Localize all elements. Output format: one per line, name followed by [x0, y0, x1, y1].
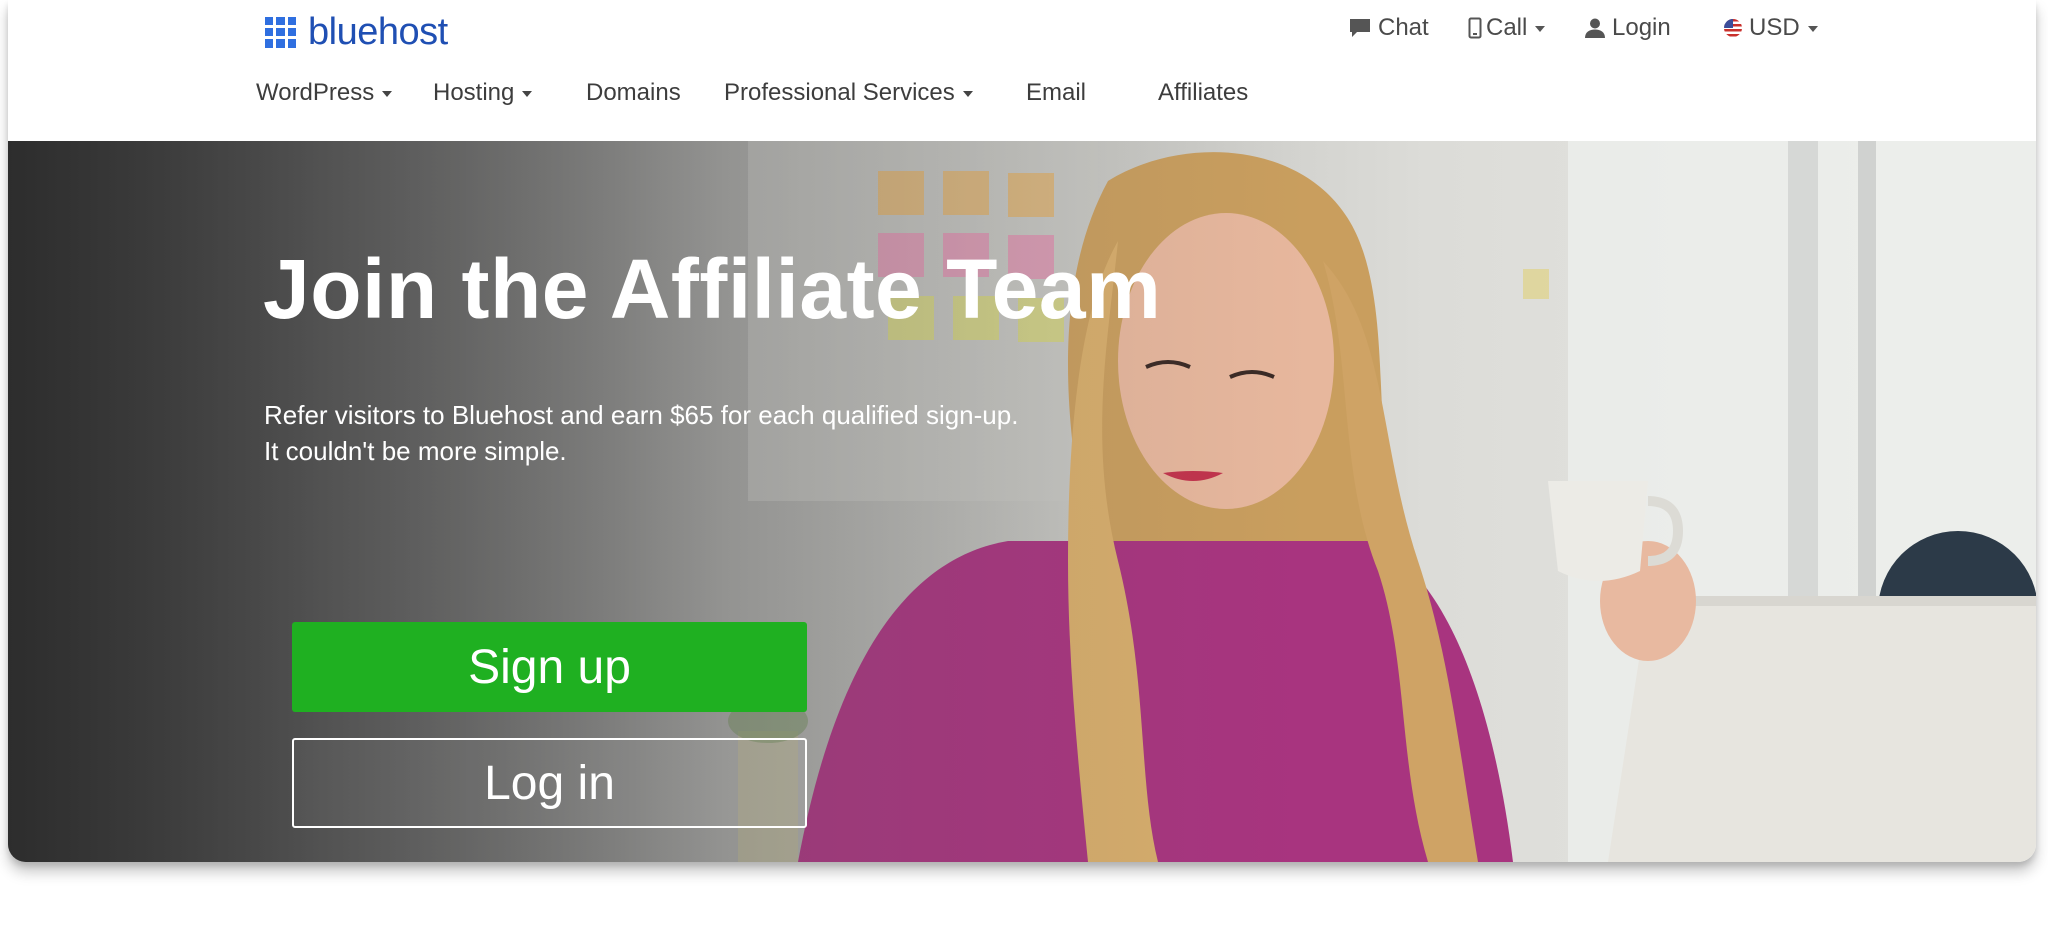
currency-label: USD — [1749, 14, 1800, 41]
nav-label: Email — [1026, 79, 1087, 106]
login-link[interactable]: Login — [1584, 12, 1671, 44]
nav-wordpress[interactable]: WordPress — [256, 76, 393, 110]
hero-subtitle-line: Refer visitors to Bluehost and earn $65 … — [264, 400, 1019, 430]
bluehost-logo[interactable]: bluehost — [265, 10, 448, 54]
nav-label: Affiliates — [1158, 79, 1249, 106]
nav-hosting[interactable]: Hosting — [433, 76, 533, 110]
hero-section: Join the Affiliate Team Refer visitors t… — [8, 141, 2036, 862]
chevron-down-icon — [962, 91, 973, 97]
login-label: Login — [1612, 14, 1671, 41]
nav-label: Professional Services — [724, 79, 955, 106]
nav-label: Hosting — [433, 79, 515, 106]
call-label: Call — [1486, 14, 1528, 41]
site-header: bluehost Chat Call Login USD WordPress H… — [8, 0, 2036, 141]
login-button[interactable]: Log in — [292, 738, 807, 828]
nav-label: WordPress — [256, 79, 375, 106]
chat-bubble-icon — [1348, 17, 1372, 39]
nav-label: Domains — [586, 79, 681, 106]
browser-frame: bluehost Chat Call Login USD WordPress H… — [8, 0, 2036, 862]
chevron-down-icon — [382, 91, 393, 97]
logo-text: bluehost — [308, 10, 448, 53]
chevron-down-icon — [1807, 26, 1818, 32]
nav-affiliates[interactable]: Affiliates — [1158, 76, 1248, 110]
nav-email[interactable]: Email — [1026, 76, 1086, 110]
us-flag-icon — [1723, 18, 1743, 38]
nav-professional-services[interactable]: Professional Services — [724, 76, 973, 110]
hero-title: Join the Affiliate Team — [263, 242, 1162, 336]
nav-domains[interactable]: Domains — [586, 76, 681, 110]
user-icon — [1584, 17, 1606, 39]
phone-icon — [1468, 17, 1482, 39]
chevron-down-icon — [522, 91, 533, 97]
hero-subtitle-line: It couldn't be more simple. — [264, 436, 567, 466]
call-link[interactable]: Call — [1468, 12, 1546, 44]
hero-subtitle: Refer visitors to Bluehost and earn $65 … — [264, 397, 1018, 469]
chevron-down-icon — [1535, 26, 1546, 32]
signup-button[interactable]: Sign up — [292, 622, 807, 712]
chat-link[interactable]: Chat — [1348, 12, 1429, 44]
chat-label: Chat — [1378, 14, 1429, 41]
logo-grid-icon — [265, 16, 296, 48]
currency-selector[interactable]: USD — [1723, 12, 1818, 44]
